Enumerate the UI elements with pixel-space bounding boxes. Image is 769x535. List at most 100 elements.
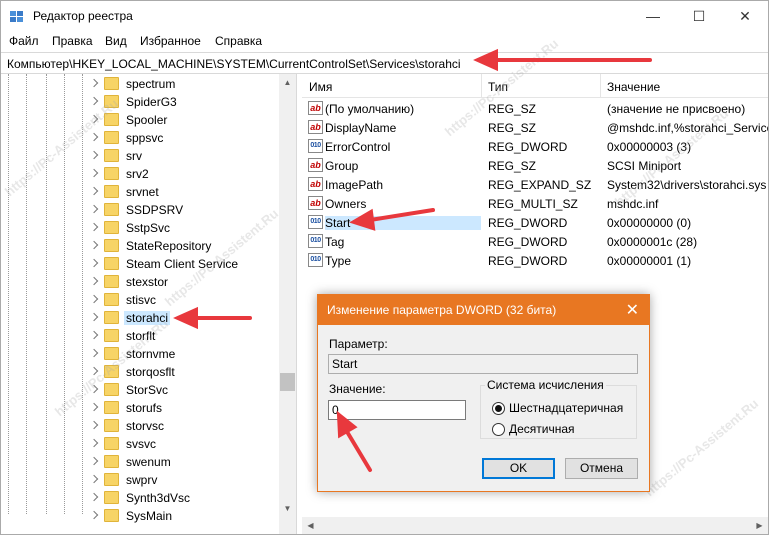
chevron-right-icon[interactable]: [89, 240, 99, 250]
tree-item[interactable]: swenum: [89, 453, 279, 471]
chevron-right-icon[interactable]: [89, 294, 99, 304]
value-row[interactable]: 010 Tag REG_DWORD 0x0000001c (28): [302, 232, 768, 251]
chevron-right-icon[interactable]: [89, 222, 99, 232]
tree-item[interactable]: Synth3dVsc: [89, 489, 279, 507]
hexadecimal-radio[interactable]: [492, 402, 505, 415]
scroll-down-icon[interactable]: ▼: [279, 500, 296, 517]
tree-item[interactable]: SSDPSRV: [89, 201, 279, 219]
binary-value-icon: 010: [308, 215, 323, 229]
chevron-right-icon[interactable]: [89, 474, 99, 484]
chevron-right-icon[interactable]: [89, 330, 99, 340]
column-divider[interactable]: [600, 74, 601, 98]
hexadecimal-radio-label[interactable]: Шестнадцатеричная: [509, 401, 623, 415]
tree-item[interactable]: svsvc: [89, 435, 279, 453]
tree-item[interactable]: Steam Client Service: [89, 255, 279, 273]
chevron-right-icon[interactable]: [89, 456, 99, 466]
address-path[interactable]: Компьютер\HKEY_LOCAL_MACHINE\SYSTEM\Curr…: [7, 57, 461, 71]
menu-file[interactable]: Файл: [9, 34, 39, 48]
folder-icon: [104, 149, 119, 162]
tree-item[interactable]: storflt: [89, 327, 279, 345]
tree-item-label: srvnet: [126, 185, 159, 199]
menu-bar: Файл Правка Вид Избранное Справка: [1, 31, 768, 52]
value-name: Start: [325, 216, 481, 230]
string-value-icon: ab: [308, 101, 323, 115]
tree-item[interactable]: storufs: [89, 399, 279, 417]
window-title: Редактор реестра: [33, 9, 133, 23]
value-row[interactable]: ab (По умолчанию) REG_SZ (значение не присв…: [302, 99, 768, 118]
chevron-right-icon[interactable]: [89, 402, 99, 412]
cancel-button[interactable]: Отмена: [565, 458, 638, 479]
menu-edit[interactable]: Правка: [52, 34, 93, 48]
value-row[interactable]: 010 Type REG_DWORD 0x00000001 (1): [302, 251, 768, 270]
minimize-button[interactable]: —: [630, 1, 676, 31]
scroll-left-icon[interactable]: ◀: [302, 517, 319, 534]
chevron-right-icon[interactable]: [89, 258, 99, 268]
dialog-close-icon[interactable]: ✕: [626, 300, 639, 320]
tree-item-label: StorSvc: [126, 383, 169, 397]
tree-item-label: spectrum: [126, 77, 176, 91]
tree-guide-line: [46, 74, 47, 514]
folder-icon: [104, 455, 119, 468]
value-row[interactable]: 010 Start REG_DWORD 0x00000000 (0): [302, 213, 768, 232]
values-horizontal-scrollbar[interactable]: ◀ ▶: [302, 517, 768, 534]
value-label: Значение:: [329, 382, 386, 396]
tree-item[interactable]: storvsc: [89, 417, 279, 435]
tree-item[interactable]: StorSvc: [89, 381, 279, 399]
close-button[interactable]: ✕: [722, 1, 768, 31]
decimal-radio[interactable]: [492, 423, 505, 436]
scroll-right-icon[interactable]: ▶: [751, 517, 768, 534]
chevron-right-icon[interactable]: [89, 168, 99, 178]
tree-item[interactable]: swprv: [89, 471, 279, 489]
chevron-right-icon[interactable]: [89, 276, 99, 286]
tree-item-label: Spooler: [126, 113, 168, 127]
chevron-right-icon[interactable]: [89, 204, 99, 214]
folder-icon: [104, 77, 119, 90]
value-data: (значение не присвоено): [607, 102, 746, 116]
maximize-button[interactable]: ☐: [676, 1, 722, 31]
tree-item-label: storqosflt: [126, 365, 175, 379]
tree-item[interactable]: SysMain: [89, 507, 279, 525]
value-name: ErrorControl: [325, 140, 391, 154]
chevron-right-icon[interactable]: [89, 492, 99, 502]
menu-view[interactable]: Вид: [105, 34, 127, 48]
tree-item[interactable]: spectrum: [89, 75, 279, 93]
chevron-right-icon[interactable]: [89, 150, 99, 160]
chevron-right-icon[interactable]: [89, 438, 99, 448]
value-row[interactable]: ab ImagePath REG_EXPAND_SZ System32\drivers…: [302, 175, 768, 194]
scroll-up-icon[interactable]: ▲: [279, 74, 296, 91]
folder-icon: [104, 329, 119, 342]
chevron-right-icon[interactable]: [89, 420, 99, 430]
value-row[interactable]: ab Owners REG_MULTI_SZ mshdc.inf: [302, 194, 768, 213]
tree-item[interactable]: storahci: [89, 309, 279, 327]
value-row[interactable]: ab Group REG_SZ SCSI Miniport: [302, 156, 768, 175]
folder-icon: [104, 473, 119, 486]
column-value[interactable]: Значение: [607, 80, 660, 94]
tree-item[interactable]: srvnet: [89, 183, 279, 201]
tree-item[interactable]: srv: [89, 147, 279, 165]
tree-scroll-thumb[interactable]: [280, 373, 295, 391]
binary-value-icon: 010: [308, 139, 323, 153]
chevron-right-icon[interactable]: [89, 96, 99, 106]
parameter-label: Параметр:: [329, 337, 388, 351]
string-value-icon: ab: [308, 158, 323, 172]
value-type: REG_DWORD: [488, 235, 568, 249]
menu-help[interactable]: Справка: [215, 34, 262, 48]
tree-vertical-scrollbar[interactable]: ▲ ▼: [279, 74, 296, 534]
value-type: REG_EXPAND_SZ: [488, 178, 592, 192]
value-data-field[interactable]: [328, 400, 466, 420]
tree-item[interactable]: srv2: [89, 165, 279, 183]
value-name: ImagePath: [325, 178, 384, 192]
address-bar[interactable]: Компьютер\HKEY_LOCAL_MACHINE\SYSTEM\Curr…: [1, 52, 768, 74]
chevron-right-icon[interactable]: [89, 132, 99, 142]
chevron-right-icon[interactable]: [89, 312, 99, 322]
ok-button[interactable]: OK: [482, 458, 555, 479]
chevron-right-icon[interactable]: [89, 78, 99, 88]
chevron-right-icon[interactable]: [89, 510, 99, 520]
decimal-radio-label[interactable]: Десятичная: [509, 422, 575, 436]
chevron-right-icon[interactable]: [89, 186, 99, 196]
tree-item[interactable]: Spooler: [89, 111, 279, 129]
menu-favorites[interactable]: Избранное: [140, 34, 201, 48]
column-name[interactable]: Имя: [309, 80, 332, 94]
tree-item[interactable]: sppsvc: [89, 129, 279, 147]
chevron-right-icon[interactable]: [89, 348, 99, 358]
